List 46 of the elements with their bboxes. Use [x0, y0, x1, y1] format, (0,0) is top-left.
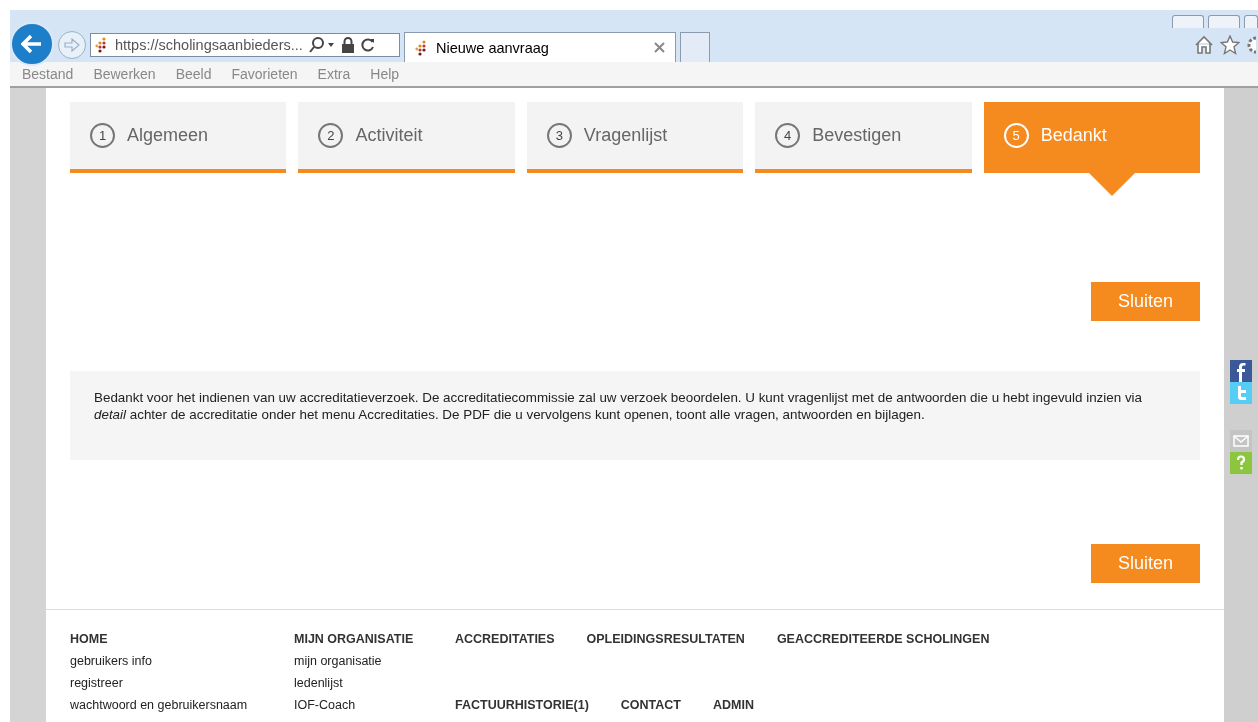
facebook-icon[interactable]: [1230, 360, 1252, 382]
browser-tab[interactable]: Nieuwe aanvraag: [404, 32, 676, 62]
footer-link[interactable]: mijn organisatie: [294, 654, 382, 668]
step-number: 2: [318, 123, 344, 148]
footer-heading[interactable]: MIJN ORGANISATIE: [294, 632, 414, 646]
step-number: 5: [1003, 123, 1029, 148]
footer-heading[interactable]: ACCREDITATIES: [455, 632, 555, 646]
back-arrow-icon: [21, 34, 43, 54]
new-tab-button[interactable]: [680, 32, 710, 62]
footer-link[interactable]: ledenlijst: [294, 676, 343, 690]
footer-heading[interactable]: FACTUURHISTORIE(1): [455, 698, 589, 712]
footer-heading[interactable]: CONTACT: [620, 698, 681, 712]
footer-link[interactable]: wachtwoord en gebruikersnaam: [70, 698, 248, 712]
footer-link[interactable]: IOF-Coach: [294, 698, 356, 712]
help-icon[interactable]: [1230, 452, 1252, 474]
footer-link[interactable]: gebruikers info: [70, 654, 152, 668]
refresh-icon[interactable]: [360, 37, 375, 53]
footer-heading[interactable]: GEACCREDITEERDE SCHOLINGEN: [776, 632, 990, 646]
search-icon: [308, 37, 335, 53]
minimize-button[interactable]: [1172, 15, 1204, 28]
step-tab[interactable]: 4 Bevestigen: [755, 102, 972, 173]
forward-arrow-icon: [64, 38, 80, 52]
maximize-button[interactable]: [1208, 15, 1240, 28]
star-icon[interactable]: [1220, 35, 1240, 55]
tab-title: Nieuwe aanvraag: [436, 39, 550, 56]
footer-heading[interactable]: OPLEIDINGSRESULTATEN: [586, 632, 745, 646]
step-number: 1: [90, 123, 115, 148]
mail-icon[interactable]: [1230, 430, 1252, 452]
address-bar[interactable]: https://scholingsaanbieders...: [90, 33, 400, 57]
home-icon[interactable]: [1194, 35, 1214, 55]
message-text: Bedankt voor het indienen van uw accreditatieverzoek. De accreditatiecommissie zal uw verzoek beoordelen. U kunt vragenlijst met de antwoorden die u hebt ingevuld inzien via detail achter de accreditatie onder het menu Accreditaties. De PDF die u vervolgens kunt openen, toont alle vragen, antwoorden en bijlagen.: [70, 371, 1200, 460]
pointer-icon: [1088, 173, 1135, 196]
step-tab[interactable]: 1 Algemeen: [70, 102, 287, 173]
close-button[interactable]: [1244, 15, 1258, 28]
footer-heading[interactable]: ADMIN: [713, 698, 754, 712]
url-text: https://scholingsaanbieders...: [115, 37, 303, 53]
back-button[interactable]: [10, 22, 54, 66]
footer-heading[interactable]: HOME: [70, 632, 108, 646]
footer-link[interactable]: registreer: [70, 676, 123, 690]
step-tab[interactable]: 3 Vragenlijst: [526, 102, 744, 173]
close-icon[interactable]: [654, 42, 665, 53]
forward-button[interactable]: [58, 31, 86, 59]
lock-icon: [340, 37, 355, 53]
step-number: 4: [775, 123, 801, 148]
step-tab[interactable]: 2 Activiteit: [298, 102, 515, 173]
step-number: 3: [546, 123, 572, 148]
